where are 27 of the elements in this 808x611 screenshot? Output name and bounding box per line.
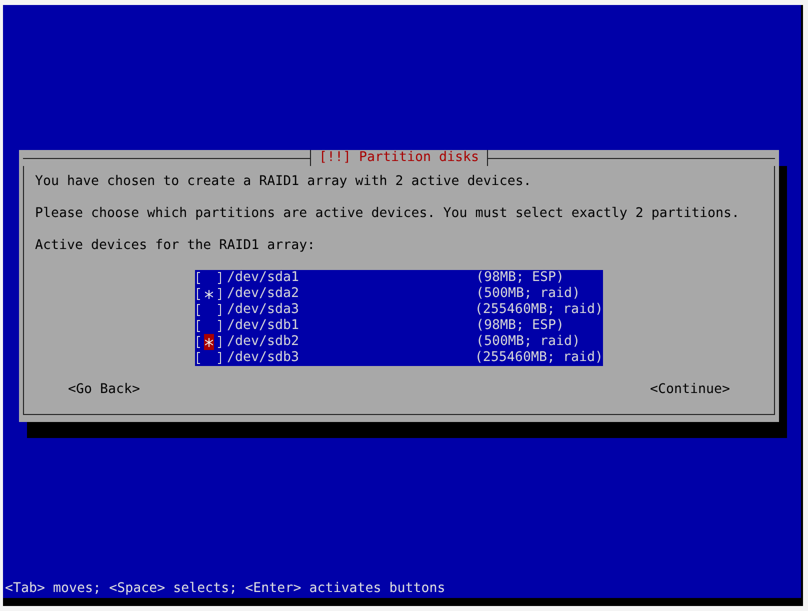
- dialog-title: [!!] Partition disks: [310, 150, 488, 166]
- dialog-text: Please choose which partitions are active devices. You must select exactly 2 partitions.: [35, 206, 740, 222]
- checkbox[interactable]: [197, 318, 221, 334]
- dialog-text: Active devices for the RAID1 array:: [35, 238, 316, 254]
- dialog-text: You have chosen to create a RAID1 array with 2 active devices.: [35, 174, 532, 190]
- device-name: /dev/sdb2: [227, 334, 300, 350]
- device-size: (500MB; raid): [476, 286, 580, 302]
- asterisk-icon: [205, 338, 213, 346]
- device-size: (98MB; ESP): [476, 318, 564, 334]
- device-name: /dev/sda3: [227, 302, 300, 318]
- device-size: (255460MB; raid): [474, 302, 603, 318]
- checkbox[interactable]: [197, 286, 221, 302]
- device-size: (98MB; ESP): [476, 270, 564, 286]
- device-size: (255460MB; raid): [474, 350, 603, 366]
- dialog-button[interactable]: <Continue>: [650, 382, 730, 398]
- dialog-button[interactable]: <Go Back>: [68, 382, 140, 398]
- device-name: /dev/sda2: [227, 286, 300, 302]
- device-name: /dev/sdb3: [227, 350, 300, 366]
- device-name: /dev/sdb1: [227, 318, 300, 334]
- checkbox[interactable]: [197, 270, 221, 286]
- asterisk-icon: [205, 290, 213, 298]
- checkbox[interactable]: [197, 302, 221, 318]
- checkbox[interactable]: [197, 334, 221, 350]
- status-text: <Tab> moves; <Space> selects; <Enter> activates buttons: [4, 581, 446, 597]
- device-size: (500MB; raid): [476, 334, 580, 350]
- checkbox[interactable]: [197, 350, 221, 366]
- device-name: /dev/sda1: [227, 270, 300, 286]
